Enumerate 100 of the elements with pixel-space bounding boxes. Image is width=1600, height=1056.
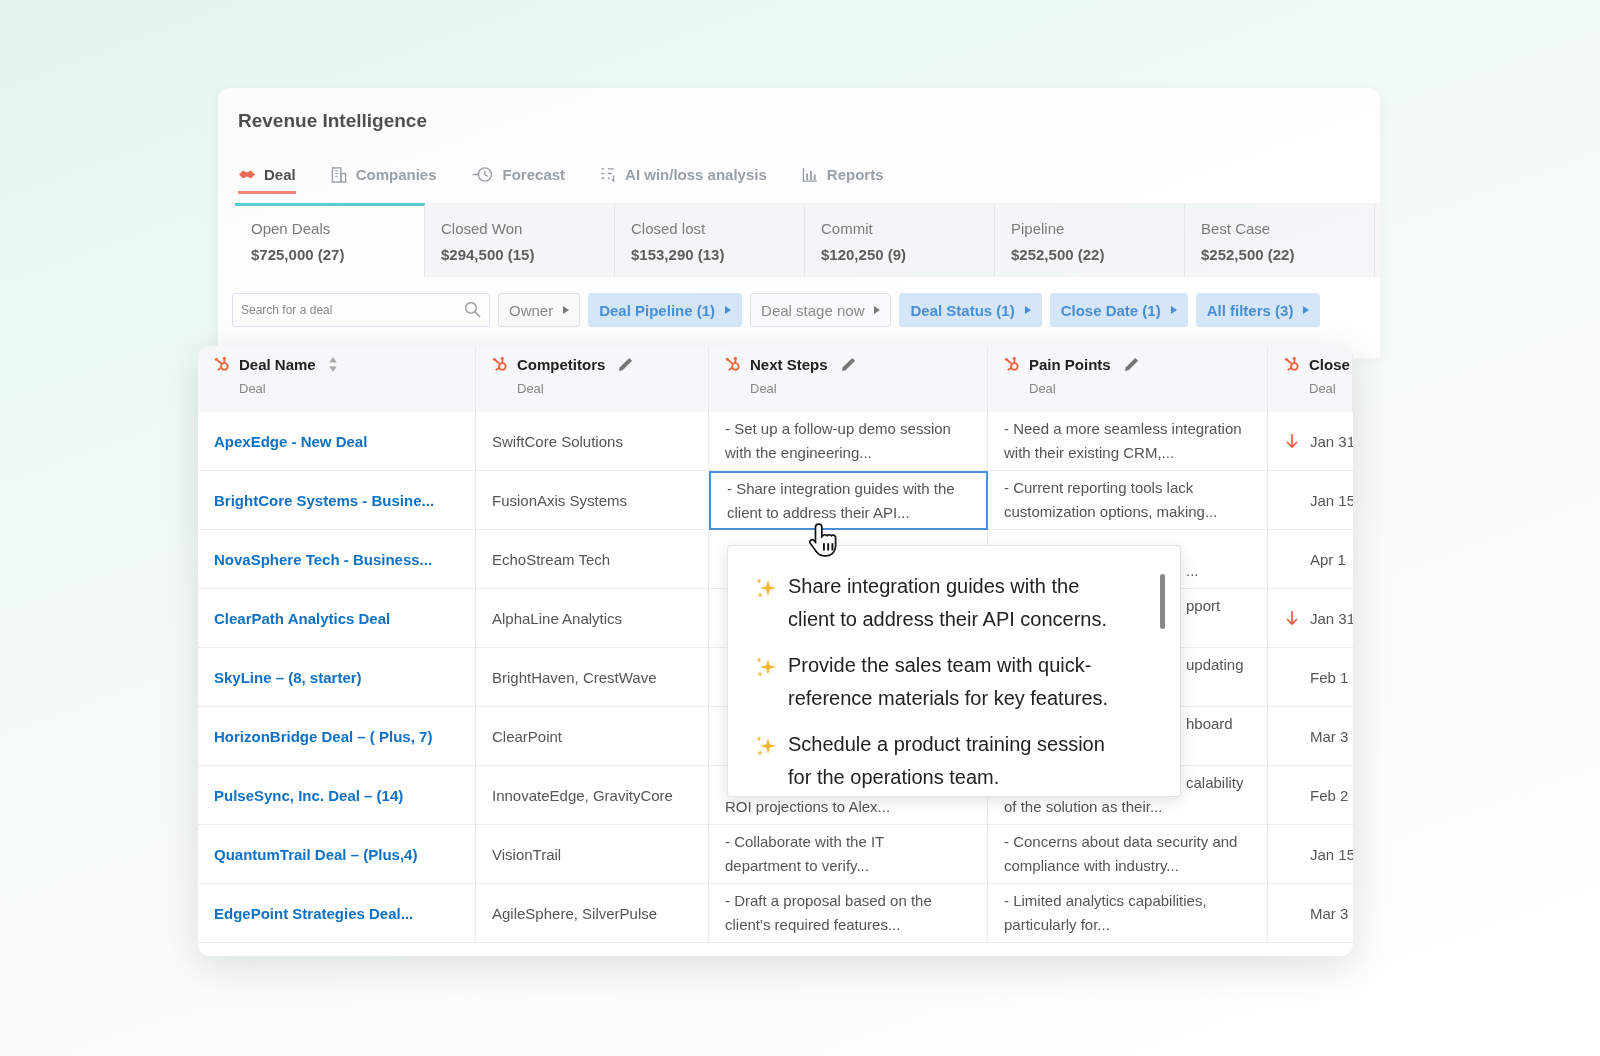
building-icon bbox=[329, 166, 348, 183]
pencil-icon[interactable] bbox=[1122, 356, 1140, 373]
table-cell[interactable]: - Set up a follow-up demo session with the engineering... bbox=[709, 412, 988, 471]
column-title: Competitors bbox=[517, 356, 606, 373]
caret-icon bbox=[725, 306, 732, 314]
close-date: Mar 3 bbox=[1310, 727, 1349, 745]
column-header[interactable]: Pain Points Deal bbox=[988, 346, 1268, 412]
filter-button[interactable]: All filters (3) bbox=[1195, 293, 1321, 327]
competitors-text: VisionTrail bbox=[492, 845, 562, 863]
caret-icon bbox=[874, 306, 881, 314]
search-field[interactable]: Search for a deal bbox=[232, 293, 490, 327]
tab[interactable]: AI win/loss analysis bbox=[599, 166, 767, 194]
next-steps-text: - Share integration guides with the bbox=[727, 479, 955, 497]
deal-link[interactable]: QuantumTrail Deal – (Plus,4) bbox=[214, 845, 418, 863]
next-steps-text: with the engineering... bbox=[725, 444, 872, 461]
stat-value: $294,500 (15) bbox=[441, 246, 536, 263]
column-title: Pain Points bbox=[1029, 356, 1111, 373]
deal-link[interactable]: NovaSphere Tech - Business... bbox=[214, 550, 433, 568]
suggestion-text: Provide the sales team with quick-reference materials for key features. bbox=[788, 653, 1110, 711]
sprocket-icon bbox=[214, 356, 231, 373]
history-icon bbox=[470, 166, 495, 183]
column-title: Deal Name bbox=[239, 356, 316, 373]
caret-icon bbox=[1024, 306, 1031, 314]
column-header[interactable]: Competitors Deal bbox=[476, 346, 709, 412]
filter-button[interactable]: Deal Pipeline (1) bbox=[588, 293, 743, 327]
sort-icon[interactable] bbox=[327, 356, 338, 373]
tab[interactable]: Forecast bbox=[470, 166, 566, 194]
next-steps-text: - Draft a proposal based on the bbox=[725, 892, 932, 909]
scrollbar[interactable] bbox=[1160, 574, 1165, 629]
next-steps-text: client's required features... bbox=[725, 916, 901, 933]
pencil-icon[interactable] bbox=[617, 356, 635, 373]
caret-icon bbox=[1303, 306, 1310, 314]
stat-card[interactable]: Closed Won $294,500 (15) bbox=[425, 203, 615, 277]
column-subtitle: Deal bbox=[517, 381, 545, 396]
tab[interactable]: Reports bbox=[800, 166, 884, 194]
pain-points-text: with their existing CRM,... bbox=[1004, 444, 1175, 461]
bar-chart-icon bbox=[800, 166, 819, 183]
stat-card[interactable]: Pipeline $252,500 (22) bbox=[995, 203, 1185, 277]
close-date: Feb 2 bbox=[1310, 786, 1349, 804]
caret-icon bbox=[1170, 306, 1177, 314]
sprocket-icon bbox=[1284, 356, 1301, 373]
deal-link[interactable]: EdgePoint Strategies Deal... bbox=[214, 904, 414, 922]
caret-icon bbox=[563, 306, 570, 314]
pain-points-text: ... bbox=[1186, 561, 1199, 581]
pain-points-text: customization options, making... bbox=[1004, 503, 1218, 520]
stat-value: $725,000 (27) bbox=[251, 246, 346, 263]
next-steps-text: - Set up a follow-up demo session bbox=[725, 420, 951, 437]
column-subtitle: Deal bbox=[239, 381, 267, 396]
sprocket-icon bbox=[1004, 356, 1021, 373]
app-title: Revenue Intelligence bbox=[237, 109, 428, 132]
close-date: Feb 1 bbox=[1310, 668, 1349, 686]
pain-points-text: - Limited analytics capabilities, bbox=[1004, 892, 1207, 909]
column-title: Next Steps bbox=[750, 356, 828, 373]
tab[interactable]: Deal bbox=[238, 166, 296, 194]
stat-card[interactable]: Commit $120,250 (9) bbox=[805, 203, 995, 277]
stat-label: Commit bbox=[821, 220, 874, 237]
table-cell[interactable]: - Draft a proposal based on the client's required features... bbox=[709, 884, 988, 943]
tab[interactable]: Companies bbox=[329, 166, 437, 194]
stat-label: Best Case bbox=[1201, 220, 1272, 237]
column-subtitle: Deal bbox=[750, 381, 778, 396]
table-cell[interactable]: - Collaborate with the IT department to verify... bbox=[709, 825, 988, 884]
competitors-text: EchoStream Tech bbox=[492, 550, 611, 568]
filter-button[interactable]: Deal Status (1) bbox=[899, 293, 1042, 327]
competitors-text: AgileSphere, SilverPulse bbox=[492, 904, 658, 922]
next-steps-text: department to verify... bbox=[725, 857, 869, 874]
suggestion-text: Schedule a product training session for the operations team. bbox=[788, 732, 1106, 790]
deal-link[interactable]: ClearPath Analytics Deal bbox=[214, 609, 391, 627]
competitors-text: AlphaLine Analytics bbox=[492, 609, 623, 627]
stat-card[interactable]: Best Case $252,500 (22) bbox=[1185, 203, 1375, 277]
deal-link[interactable]: ApexEdge - New Deal bbox=[214, 432, 368, 450]
column-subtitle: Deal bbox=[1309, 381, 1336, 396]
pain-points-text: - Current reporting tools lack bbox=[1004, 479, 1194, 496]
filter-button[interactable]: Deal stage now bbox=[750, 293, 892, 327]
filter-button[interactable]: Owner bbox=[498, 293, 581, 327]
pencil-icon[interactable] bbox=[839, 356, 857, 373]
sprocket-icon bbox=[725, 356, 742, 373]
filter-button[interactable]: Close Date (1) bbox=[1049, 293, 1188, 327]
pain-points-text: pport bbox=[1186, 596, 1221, 616]
table-cell[interactable]: - Share integration guides with the client to address their API... bbox=[709, 471, 988, 530]
pain-points-text: - Need a more seamless integration bbox=[1004, 420, 1242, 437]
deal-link[interactable]: BrightCore Systems - Busine... bbox=[214, 491, 435, 509]
competitors-text: InnovateEdge, GravityCore bbox=[492, 786, 673, 804]
column-header[interactable]: Next Steps Deal bbox=[709, 346, 988, 412]
column-subtitle: Deal bbox=[1029, 381, 1057, 396]
deal-link[interactable]: HorizonBridge Deal – ( Plus, 7) bbox=[214, 727, 433, 745]
stat-card[interactable]: Open Deals $725,000 (27) bbox=[235, 203, 425, 277]
stat-value: $120,250 (9) bbox=[821, 246, 908, 263]
competitors-text: FusionAxis Systems bbox=[492, 491, 628, 509]
column-header[interactable]: Close Deal bbox=[1268, 346, 1353, 412]
stat-label: Closed Won bbox=[441, 220, 524, 237]
pain-points-text: - Concerns about data security and bbox=[1004, 833, 1238, 850]
deal-link[interactable]: PulseSync, Inc. Deal – (14) bbox=[214, 786, 404, 804]
deal-link[interactable]: SkyLine – (8, starter) bbox=[214, 668, 362, 686]
competitors-text: BrightHaven, CrestWave bbox=[492, 668, 657, 686]
stat-card[interactable]: Closed lost $153,290 (13) bbox=[615, 203, 805, 277]
competitors-text: SwiftCore Solutions bbox=[492, 432, 623, 450]
column-title: Close bbox=[1309, 356, 1350, 373]
pain-points-text: particularly for... bbox=[1004, 916, 1110, 933]
close-date: Apr 1 bbox=[1310, 550, 1346, 568]
column-header[interactable]: Deal Name Deal bbox=[198, 346, 476, 412]
